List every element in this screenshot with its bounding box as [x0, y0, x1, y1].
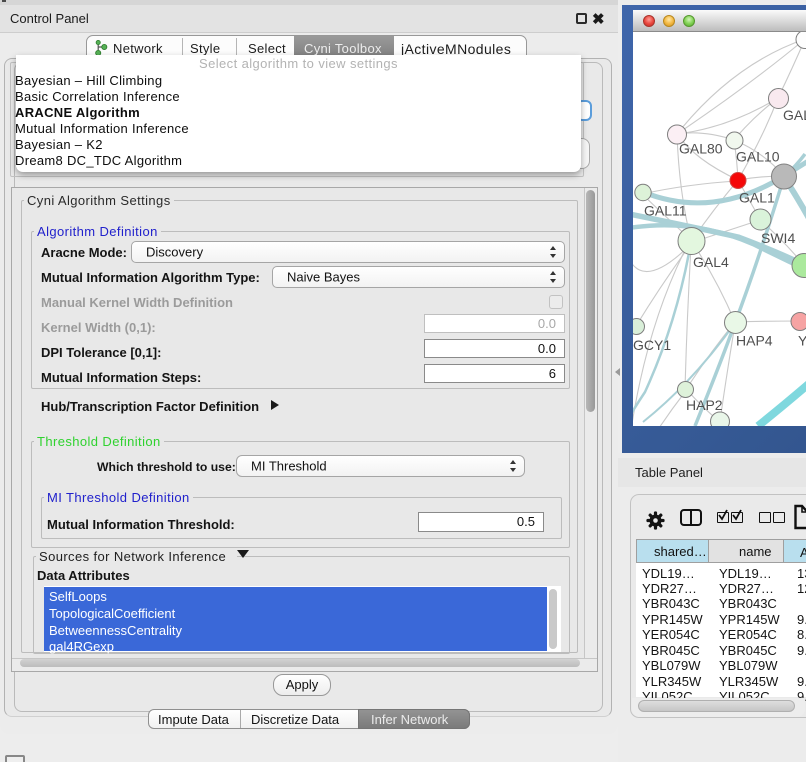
svg-text:GAL4: GAL4 [693, 254, 729, 270]
svg-text:GAL1: GAL1 [739, 190, 775, 206]
svg-text:GCY1: GCY1 [633, 337, 671, 353]
svg-text:HAP4: HAP4 [736, 333, 773, 349]
svg-text:GAL10: GAL10 [736, 149, 780, 165]
svg-text:GAL80: GAL80 [679, 141, 723, 157]
svg-text:GAL: GAL [783, 107, 806, 123]
svg-text:GAL11: GAL11 [644, 203, 687, 219]
svg-text:HAP2: HAP2 [686, 397, 723, 413]
svg-text:SWI4: SWI4 [761, 230, 795, 246]
svg-text:Y: Y [798, 333, 806, 349]
